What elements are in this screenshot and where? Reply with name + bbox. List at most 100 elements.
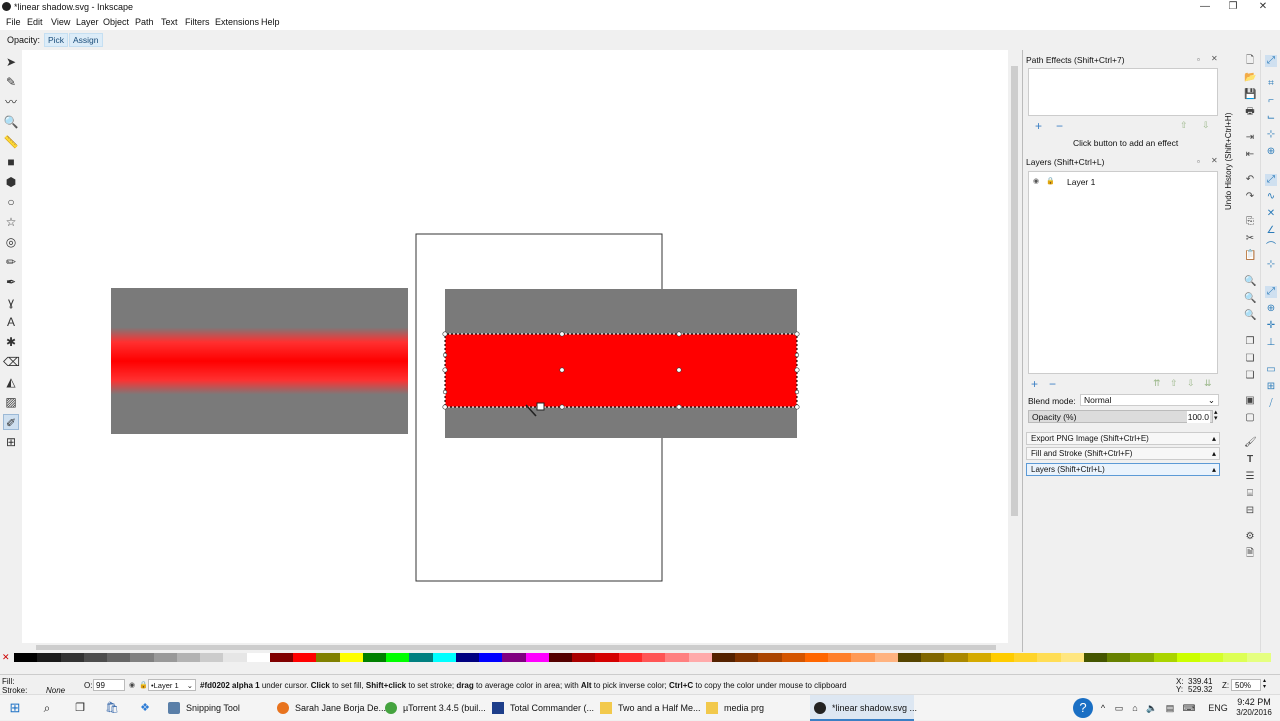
cut-icon[interactable]: ✂ (1244, 233, 1256, 245)
tab-export-png[interactable]: Export PNG Image (Shift+Ctrl+E) ▴ (1026, 432, 1220, 445)
add-layer-icon[interactable]: + (1031, 377, 1038, 391)
horizontal-scrollbar[interactable] (22, 643, 1021, 652)
palette-swatch[interactable] (293, 653, 318, 662)
palette-swatch[interactable] (1130, 653, 1155, 662)
palette-swatch[interactable] (14, 653, 38, 662)
palette-swatch[interactable] (1060, 653, 1085, 662)
lower-effect-icon[interactable]: ⇩ (1202, 120, 1210, 131)
palette-swatch[interactable] (967, 653, 992, 662)
pen-tool-icon[interactable]: ✒ (3, 274, 19, 290)
paint-bucket-tool-icon[interactable]: ◭ (3, 374, 19, 390)
opacity-slider[interactable]: Opacity (%) 100.0 (1028, 410, 1213, 423)
tab-fill-and-stroke[interactable]: Fill and Stroke (Shift+Ctrl+F) ▴ (1026, 447, 1220, 460)
open-icon[interactable]: 📂 (1244, 72, 1256, 84)
snap-center-icon[interactable]: ⊕ (1265, 303, 1277, 315)
tab-layers[interactable]: Layers (Shift+Ctrl+L) ▴ (1026, 463, 1220, 476)
windows-start-icon[interactable]: ⊞ (0, 695, 30, 721)
palette-swatch[interactable] (642, 653, 666, 662)
path-effects-close-icon[interactable]: ✕ (1211, 54, 1218, 63)
gradient-tool-icon[interactable]: ▨ (3, 394, 19, 410)
taskbar-snipping-tool[interactable]: Snipping Tool (168, 695, 268, 721)
spiral-tool-icon[interactable]: ◎ (3, 234, 19, 250)
raise-effect-icon[interactable]: ⇧ (1180, 120, 1188, 131)
xml-editor-icon[interactable]: ⌸ (1244, 488, 1256, 500)
palette-swatch[interactable] (455, 653, 480, 662)
duplicate-icon[interactable]: ❐ (1244, 336, 1256, 348)
zoom-tool-icon[interactable]: 🔍 (3, 114, 19, 130)
clock-time[interactable]: 9:42 PM (1234, 697, 1274, 707)
snap-cusp-icon[interactable]: ∠ (1265, 225, 1277, 237)
3d-box-tool-icon[interactable]: ⬢ (3, 174, 19, 190)
ethernet-icon[interactable]: ⌂ (1128, 695, 1142, 721)
assign-button[interactable]: Assign (69, 33, 103, 47)
layer-to-bottom-icon[interactable]: ⇊ (1204, 378, 1212, 389)
palette-swatch[interactable] (804, 653, 829, 662)
ellipse-tool-icon[interactable]: ○ (3, 194, 19, 210)
tray-expand-icon[interactable]: ^ (1096, 695, 1110, 721)
menu-view[interactable]: View (51, 17, 70, 27)
calligraphy-tool-icon[interactable]: ɣ (3, 294, 19, 310)
snap-intersection-icon[interactable]: ✕ (1265, 208, 1277, 220)
palette-swatch[interactable] (1246, 653, 1271, 662)
snap-enable-icon[interactable]: ⤢ (1265, 55, 1277, 67)
visibility-eye-icon[interactable]: ◉ (1033, 177, 1039, 185)
task-view-icon[interactable]: ❐ (66, 695, 94, 721)
add-effect-icon[interactable]: + (1035, 119, 1042, 133)
star-tool-icon[interactable]: ☆ (3, 214, 19, 230)
snap-path-icon[interactable]: ∿ (1265, 191, 1277, 203)
undo-history-tab[interactable]: Undo History (Shift+Ctrl+H) (1224, 60, 1238, 210)
taskbar-folder-media-prg[interactable]: media prg (706, 695, 806, 721)
keyboard-icon[interactable]: ⌨ (1181, 695, 1197, 721)
current-layer-select[interactable]: •Layer 1 ⌄ (148, 679, 196, 691)
snap-midpoint-icon[interactable]: ⊹ (1265, 259, 1277, 271)
palette-swatch[interactable] (688, 653, 713, 662)
palette-swatch[interactable] (1107, 653, 1132, 662)
save-icon[interactable]: 💾 (1244, 89, 1256, 101)
layer-name[interactable]: Layer 1 (1067, 177, 1095, 187)
no-paint-swatch-icon[interactable]: ✕ (2, 653, 11, 662)
minimize-button[interactable]: — (1190, 0, 1220, 15)
palette-swatch[interactable] (502, 653, 527, 662)
clock-date[interactable]: 3/20/2016 (1234, 708, 1274, 717)
palette-swatch[interactable] (153, 653, 178, 662)
path-effects-float-icon[interactable]: ▫ (1197, 55, 1200, 64)
import-icon[interactable]: ⇥ (1244, 132, 1256, 144)
palette-swatch[interactable] (246, 653, 271, 662)
palette-swatch[interactable] (432, 653, 457, 662)
palette-swatch[interactable] (1223, 653, 1248, 662)
align-distribute-icon[interactable]: ⊟ (1244, 505, 1256, 517)
palette-swatch[interactable] (1176, 653, 1201, 662)
layers-list[interactable]: ◉ 🔒 Layer 1 (1028, 171, 1218, 374)
palette-swatch[interactable] (781, 653, 806, 662)
clone-icon[interactable]: ❏ (1244, 353, 1256, 365)
menu-layer[interactable]: Layer (76, 17, 99, 27)
palette-swatch[interactable] (339, 653, 364, 662)
palette-swatch[interactable] (944, 653, 969, 662)
palette-swatch[interactable] (176, 653, 201, 662)
snap-bbox-center-icon[interactable]: ⊕ (1265, 146, 1277, 158)
palette-swatch[interactable] (130, 653, 155, 662)
menu-path[interactable]: Path (135, 17, 154, 27)
palette-swatch[interactable] (223, 653, 248, 662)
dropbox-icon[interactable]: ❖ (132, 695, 158, 721)
opacity-spin-icon[interactable]: ▴ ▾ (1214, 409, 1218, 422)
remove-effect-icon[interactable]: − (1056, 119, 1063, 133)
taskbar-firefox[interactable]: Sarah Jane Borja De... (277, 695, 386, 721)
palette-swatch[interactable] (618, 653, 643, 662)
preferences-icon[interactable]: ⚙ (1244, 531, 1256, 543)
snap-rotation-center-icon[interactable]: ✛ (1265, 320, 1277, 332)
palette-swatch[interactable] (758, 653, 783, 662)
measure-tool-icon[interactable]: 📏 (3, 134, 19, 150)
snap-nodes-icon[interactable]: ⤢ (1265, 174, 1277, 186)
palette-swatch[interactable] (851, 653, 876, 662)
palette-swatch[interactable] (665, 653, 690, 662)
palette-swatch[interactable] (83, 653, 108, 662)
color-palette[interactable]: ✕ (0, 652, 1280, 663)
snap-text-baseline-icon[interactable]: ⊥ (1265, 337, 1277, 349)
layers-close-icon[interactable]: ✕ (1211, 156, 1218, 165)
snap-bbox-edge-icon[interactable]: ⌐ (1265, 95, 1277, 107)
palette-swatch[interactable] (897, 653, 922, 662)
zoom-field[interactable]: 50% (1231, 679, 1261, 691)
snap-guide-icon[interactable]: ⧸ (1265, 398, 1277, 410)
palette-swatch[interactable] (572, 653, 597, 662)
